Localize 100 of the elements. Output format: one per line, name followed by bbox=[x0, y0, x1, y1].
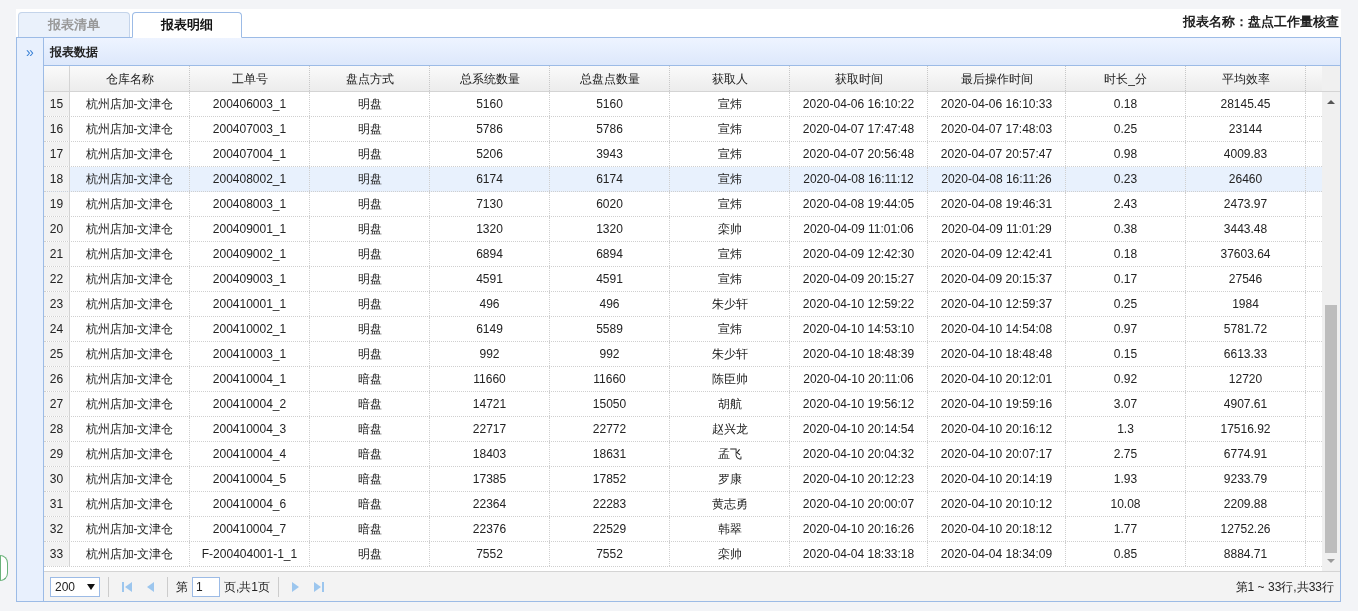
table-row[interactable]: 15 杭州店加-文津仓 200406003_1 明盘 5160 5160 宣炜 2020-04-06 16:10:22 2020-04-06 16:10:33 0.18 28145.45 bbox=[44, 92, 1322, 117]
table-cell: 200410003_1 bbox=[190, 342, 310, 366]
column-header[interactable]: 最后操作时间 bbox=[928, 66, 1066, 91]
column-header[interactable]: 仓库名称 bbox=[70, 66, 190, 91]
panel-title: 报表数据 bbox=[50, 43, 98, 61]
last-page-icon[interactable] bbox=[313, 580, 325, 593]
table-cell: 0.18 bbox=[1066, 92, 1186, 116]
column-header[interactable]: 工单号 bbox=[190, 66, 310, 91]
table-cell: 2020-04-10 20:07:17 bbox=[928, 442, 1066, 466]
table-cell: 杭州店加-文津仓 bbox=[70, 142, 190, 166]
column-header[interactable]: 获取时间 bbox=[790, 66, 928, 91]
table-cell: 200407004_1 bbox=[190, 142, 310, 166]
table-cell: 明盘 bbox=[310, 292, 430, 316]
report-name: 报表名称：盘点工作量核查 bbox=[1183, 12, 1340, 31]
table-cell: 明盘 bbox=[310, 167, 430, 191]
row-number: 21 bbox=[44, 242, 70, 266]
row-number: 26 bbox=[44, 367, 70, 391]
row-number: 18 bbox=[44, 167, 70, 191]
table-cell: 200407003_1 bbox=[190, 117, 310, 141]
table-cell: 杭州店加-文津仓 bbox=[70, 92, 190, 116]
table-cell: 暗盘 bbox=[310, 367, 430, 391]
previous-page-icon[interactable] bbox=[145, 580, 155, 593]
table-row[interactable]: 19 杭州店加-文津仓 200408003_1 明盘 7130 6020 宣炜 2020-04-08 19:44:05 2020-04-08 19:46:31 2.43 2473.97 bbox=[44, 192, 1322, 217]
table-cell: 9233.79 bbox=[1186, 467, 1306, 491]
table-cell: 5160 bbox=[550, 92, 670, 116]
column-header[interactable]: 盘点方式 bbox=[310, 66, 430, 91]
table-cell: 992 bbox=[550, 342, 670, 366]
table-row[interactable]: 26 杭州店加-文津仓 200410004_1 暗盘 11660 11660 陈臣帅 2020-04-10 20:11:06 2020-04-10 20:12:01 0.92 12720 bbox=[44, 367, 1322, 392]
table-row[interactable]: 27 杭州店加-文津仓 200410004_2 暗盘 14721 15050 胡航 2020-04-10 19:56:12 2020-04-10 19:59:16 3.07 4907.61 bbox=[44, 392, 1322, 417]
table-cell: 22283 bbox=[550, 492, 670, 516]
table-cell: 2020-04-10 19:56:12 bbox=[790, 392, 928, 416]
table-cell: 11660 bbox=[430, 367, 550, 391]
row-number: 25 bbox=[44, 342, 70, 366]
table-cell: 2020-04-06 16:10:22 bbox=[790, 92, 928, 116]
column-header[interactable]: 平均效率 bbox=[1186, 66, 1306, 91]
column-header[interactable]: 总系统数量 bbox=[430, 66, 550, 91]
table-cell: 22772 bbox=[550, 417, 670, 441]
table-cell: 992 bbox=[430, 342, 550, 366]
expand-sidebar-button[interactable]: » bbox=[26, 42, 34, 62]
tab[interactable]: 报表明细 bbox=[132, 12, 242, 38]
table-row[interactable]: 17 杭州店加-文津仓 200407004_1 明盘 5206 3943 宣炜 2020-04-07 20:56:48 2020-04-07 20:57:47 0.98 4009.83 bbox=[44, 142, 1322, 167]
table-cell: 496 bbox=[550, 292, 670, 316]
table-cell: 3443.48 bbox=[1186, 217, 1306, 241]
scrollbar[interactable] bbox=[1322, 92, 1340, 571]
table-cell: 2020-04-10 20:00:07 bbox=[790, 492, 928, 516]
table-cell: 7552 bbox=[430, 542, 550, 566]
table-cell: 杭州店加-文津仓 bbox=[70, 442, 190, 466]
table-cell: 2020-04-04 18:33:18 bbox=[790, 542, 928, 566]
table-cell: 宣炜 bbox=[670, 142, 790, 166]
table-row[interactable]: 20 杭州店加-文津仓 200409001_1 明盘 1320 1320 栾帅 2020-04-09 11:01:06 2020-04-09 11:01:29 0.38 3443.48 bbox=[44, 217, 1322, 242]
table-cell: 4907.61 bbox=[1186, 392, 1306, 416]
page-number-field[interactable]: 1 bbox=[192, 576, 220, 597]
table-cell: 22717 bbox=[430, 417, 550, 441]
table-cell: 28145.45 bbox=[1186, 92, 1306, 116]
table-row[interactable]: 18 杭州店加-文津仓 200408002_1 明盘 6174 6174 宣炜 2020-04-08 16:11:12 2020-04-08 16:11:26 0.23 26460 bbox=[44, 167, 1322, 192]
table-cell: 2020-04-09 12:42:30 bbox=[790, 242, 928, 266]
table-cell: 杭州店加-文津仓 bbox=[70, 317, 190, 341]
column-header[interactable]: 获取人 bbox=[670, 66, 790, 91]
table-row[interactable]: 25 杭州店加-文津仓 200410003_1 明盘 992 992 朱少轩 2020-04-10 18:48:39 2020-04-10 18:48:48 0.15 6613.33 bbox=[44, 342, 1322, 367]
table-row[interactable]: 16 杭州店加-文津仓 200407003_1 明盘 5786 5786 宣炜 2020-04-07 17:47:48 2020-04-07 17:48:03 0.25 23144 bbox=[44, 117, 1322, 142]
scroll-up-icon[interactable] bbox=[1326, 98, 1336, 106]
table-cell: 明盘 bbox=[310, 142, 430, 166]
scrollbar-thumb[interactable] bbox=[1325, 305, 1337, 553]
table-cell: 22364 bbox=[430, 492, 550, 516]
table-row[interactable]: 22 杭州店加-文津仓 200409003_1 明盘 4591 4591 宣炜 2020-04-09 20:15:27 2020-04-09 20:15:37 0.17 27546 bbox=[44, 267, 1322, 292]
table-cell: 17852 bbox=[550, 467, 670, 491]
table-cell: 5160 bbox=[430, 92, 550, 116]
table-row[interactable]: 31 杭州店加-文津仓 200410004_6 暗盘 22364 22283 黄志勇 2020-04-10 20:00:07 2020-04-10 20:10:12 10.08 2209.88 bbox=[44, 492, 1322, 517]
table-cell: 496 bbox=[430, 292, 550, 316]
table-cell: 6149 bbox=[430, 317, 550, 341]
side-handle[interactable] bbox=[0, 555, 8, 581]
column-header[interactable]: 时长_分 bbox=[1066, 66, 1186, 91]
next-page-icon[interactable] bbox=[291, 580, 301, 593]
table-row[interactable]: 21 杭州店加-文津仓 200409002_1 明盘 6894 6894 宣炜 2020-04-09 12:42:30 2020-04-09 12:42:41 0.18 37603.64 bbox=[44, 242, 1322, 267]
table-row[interactable]: 23 杭州店加-文津仓 200410001_1 明盘 496 496 朱少轩 2020-04-10 12:59:22 2020-04-10 12:59:37 0.25 1984 bbox=[44, 292, 1322, 317]
table-row[interactable]: 29 杭州店加-文津仓 200410004_4 暗盘 18403 18631 孟飞 2020-04-10 20:04:32 2020-04-10 20:07:17 2.75 6774.91 bbox=[44, 442, 1322, 467]
table-cell: 2020-04-07 17:47:48 bbox=[790, 117, 928, 141]
table-cell: 明盘 bbox=[310, 192, 430, 216]
page-size-select[interactable]: 200 bbox=[50, 576, 100, 597]
first-page-icon[interactable] bbox=[121, 580, 133, 593]
row-number: 29 bbox=[44, 442, 70, 466]
column-header[interactable]: 总盘点数量 bbox=[550, 66, 670, 91]
table-row[interactable]: 28 杭州店加-文津仓 200410004_3 暗盘 22717 22772 赵兴龙 2020-04-10 20:14:54 2020-04-10 20:16:12 1.3 17516.92 bbox=[44, 417, 1322, 442]
table-cell: 杭州店加-文津仓 bbox=[70, 467, 190, 491]
table-cell: 宣炜 bbox=[670, 192, 790, 216]
table-cell: 11660 bbox=[550, 367, 670, 391]
table-cell: 暗盘 bbox=[310, 417, 430, 441]
table-cell: 2020-04-10 14:53:10 bbox=[790, 317, 928, 341]
table-cell: 2473.97 bbox=[1186, 192, 1306, 216]
table-row[interactable]: 30 杭州店加-文津仓 200410004_5 暗盘 17385 17852 罗康 2020-04-10 20:12:23 2020-04-10 20:14:19 1.93 9233.79 bbox=[44, 467, 1322, 492]
table-row[interactable]: 32 杭州店加-文津仓 200410004_7 暗盘 22376 22529 韩翠 2020-04-10 20:16:26 2020-04-10 20:18:12 1.77 12752.26 bbox=[44, 517, 1322, 542]
table-row[interactable]: 24 杭州店加-文津仓 200410002_1 明盘 6149 5589 宣炜 2020-04-10 14:53:10 2020-04-10 14:54:08 0.97 5781.72 bbox=[44, 317, 1322, 342]
table-cell: 0.25 bbox=[1066, 292, 1186, 316]
table-cell: 宣炜 bbox=[670, 317, 790, 341]
table-cell: 杭州店加-文津仓 bbox=[70, 117, 190, 141]
table-cell: 6174 bbox=[550, 167, 670, 191]
table-row[interactable]: 33 杭州店加-文津仓 F-200404001-1_1 明盘 7552 7552 栾帅 2020-04-04 18:33:18 2020-04-04 18:34:09 0.85 8884.71 bbox=[44, 542, 1322, 567]
page-total-label: 页,共1页 bbox=[224, 578, 270, 596]
scroll-down-icon[interactable] bbox=[1326, 557, 1336, 565]
table-cell: 2020-04-07 20:56:48 bbox=[790, 142, 928, 166]
